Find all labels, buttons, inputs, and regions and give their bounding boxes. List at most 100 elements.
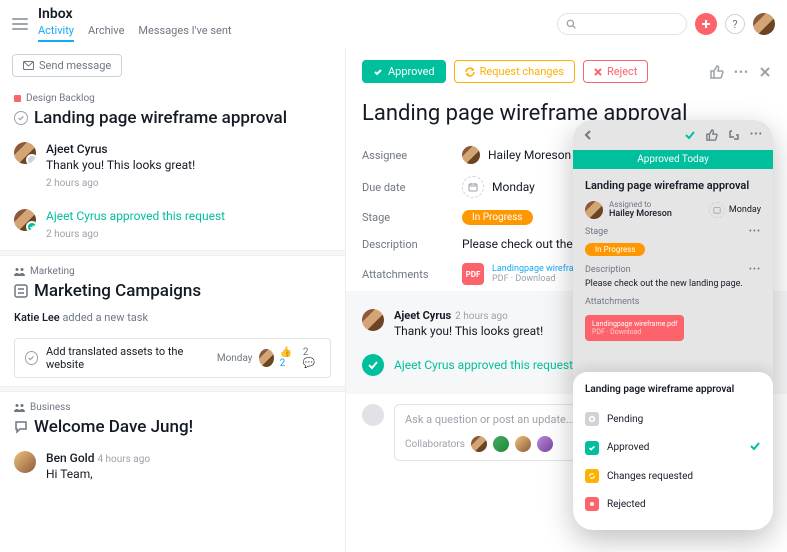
comment-text: Hi Team, [46,467,331,481]
author-name: Ajeet Cyrus [46,142,331,156]
comment-count[interactable]: 2 💬 [303,347,320,369]
menu-icon[interactable] [12,18,28,30]
approval-banner: Approved Today [573,150,773,169]
timestamp: 2 hours ago [455,311,508,322]
like-icon[interactable] [706,129,718,141]
subtask-icon[interactable] [728,129,740,141]
like-count[interactable]: 👍 2 [280,347,297,369]
approved-icon [585,441,599,455]
selected-check-icon [749,440,761,455]
tab-messages-sent[interactable]: Messages I've sent [138,24,231,42]
user-avatar[interactable] [753,13,775,35]
project-color-icon [14,95,21,102]
more-icon[interactable]: ••• [749,227,761,237]
feed-comment[interactable]: Ajeet Cyrus Thank you! This looks great!… [0,132,345,199]
approved-button[interactable]: Approved [362,60,446,83]
comment-text: Thank you! This looks great! [394,324,543,338]
more-icon[interactable]: ••• [750,129,763,141]
x-icon [594,68,602,76]
send-message-label: Send message [39,59,111,72]
author-name: Ben Gold [46,451,94,465]
calendar-icon [462,176,484,198]
assignee-field[interactable]: Hailey Moreson [462,146,571,164]
close-icon[interactable] [759,66,771,78]
tab-archive[interactable]: Archive [88,24,124,42]
conversation-title[interactable]: Welcome Dave Jung! [14,417,331,437]
collaborator-avatar[interactable] [515,436,531,452]
status-option-changes[interactable]: Changes requested [585,462,761,490]
stage-pill[interactable]: In Progress [585,243,645,256]
status-badge-icon [26,154,36,164]
avatar [362,309,384,331]
status-option-rejected[interactable]: Rejected [585,490,761,518]
task-due: Monday [217,353,253,364]
create-button[interactable] [695,13,717,35]
task-title[interactable]: Landing page wireframe approval [14,108,331,128]
mobile-preview: ••• Approved Today Landing page wirefram… [573,120,773,530]
breadcrumb: Marketing [30,266,75,277]
check-circle-icon[interactable] [25,351,38,365]
task-row[interactable]: Add translated assets to the website Mon… [14,338,331,378]
help-button[interactable]: ? [725,14,745,34]
pdf-icon: PDF [462,263,484,285]
request-changes-button[interactable]: Request changes [454,60,575,83]
stage-pill[interactable]: In Progress [462,210,533,225]
mobile-attachment[interactable]: Landingpage wireframe.pdf PDF · Download [585,315,684,341]
calendar-icon [709,202,725,218]
approved-icon [362,354,384,376]
list-icon [14,284,28,298]
check-icon [373,67,383,77]
field-label-description: Description [362,238,462,251]
field-label-assignee: Assignee [362,149,462,162]
search-icon [566,19,576,29]
rejected-icon [585,497,599,511]
assignee-avatar [585,201,603,219]
envelope-icon [23,61,34,70]
mobile-assignee: Hailey Moreson [609,209,672,219]
changes-icon [585,469,599,483]
more-icon[interactable]: ••• [749,265,761,275]
collaborator-avatar[interactable] [537,436,553,452]
approval-text: Ajeet Cyrus approved this request [46,209,331,223]
status-option-approved[interactable]: Approved [585,433,761,462]
feed-comment[interactable]: Ben Gold 4 hours ago Hi Team, [0,441,345,491]
field-label-attachments: Attatchments [362,268,462,281]
project-title[interactable]: Marketing Campaigns [14,281,331,301]
collaborators-label: Collaborators [405,439,465,450]
team-icon [14,403,25,412]
field-label-due: Due date [362,181,462,194]
pending-icon [585,412,599,426]
current-user-avatar [362,404,384,426]
like-icon[interactable] [710,65,724,79]
check-icon[interactable] [684,129,696,141]
collaborator-avatar[interactable] [493,436,509,452]
collaborator-avatar[interactable] [471,436,487,452]
back-icon[interactable] [583,130,593,140]
status-sheet: Landing page wireframe approval Pending … [573,372,773,530]
tab-activity[interactable]: Activity [38,24,74,42]
plus-icon [701,19,711,29]
timestamp: 2 hours ago [46,229,331,240]
due-date-field[interactable]: Monday [462,176,535,198]
check-circle-icon[interactable] [14,111,28,125]
search-input[interactable] [557,13,687,35]
comment-text: Thank you! This looks great! [46,158,331,172]
feed-approval[interactable]: Ajeet Cyrus approved this request 2 hour… [0,199,345,250]
avatar [14,451,36,473]
status-option-pending[interactable]: Pending [585,405,761,433]
more-icon[interactable]: ••• [734,65,749,79]
mobile-task-title: Landing page wireframe approval [585,179,761,192]
mobile-due: Monday [729,205,761,215]
approved-badge-icon [26,221,36,231]
timestamp: 2 hours ago [46,178,331,189]
reject-button[interactable]: Reject [583,60,648,83]
field-label-stage: Stage [362,211,462,224]
breadcrumb: Business [30,402,70,413]
send-message-button[interactable]: Send message [12,54,122,77]
refresh-icon [465,67,475,77]
task-name: Add translated assets to the website [46,345,209,371]
timestamp: 4 hours ago [97,454,150,465]
avatar [14,142,36,164]
comment-author: Ajeet Cyrus [394,309,451,322]
breadcrumb: Design Backlog [26,93,95,104]
